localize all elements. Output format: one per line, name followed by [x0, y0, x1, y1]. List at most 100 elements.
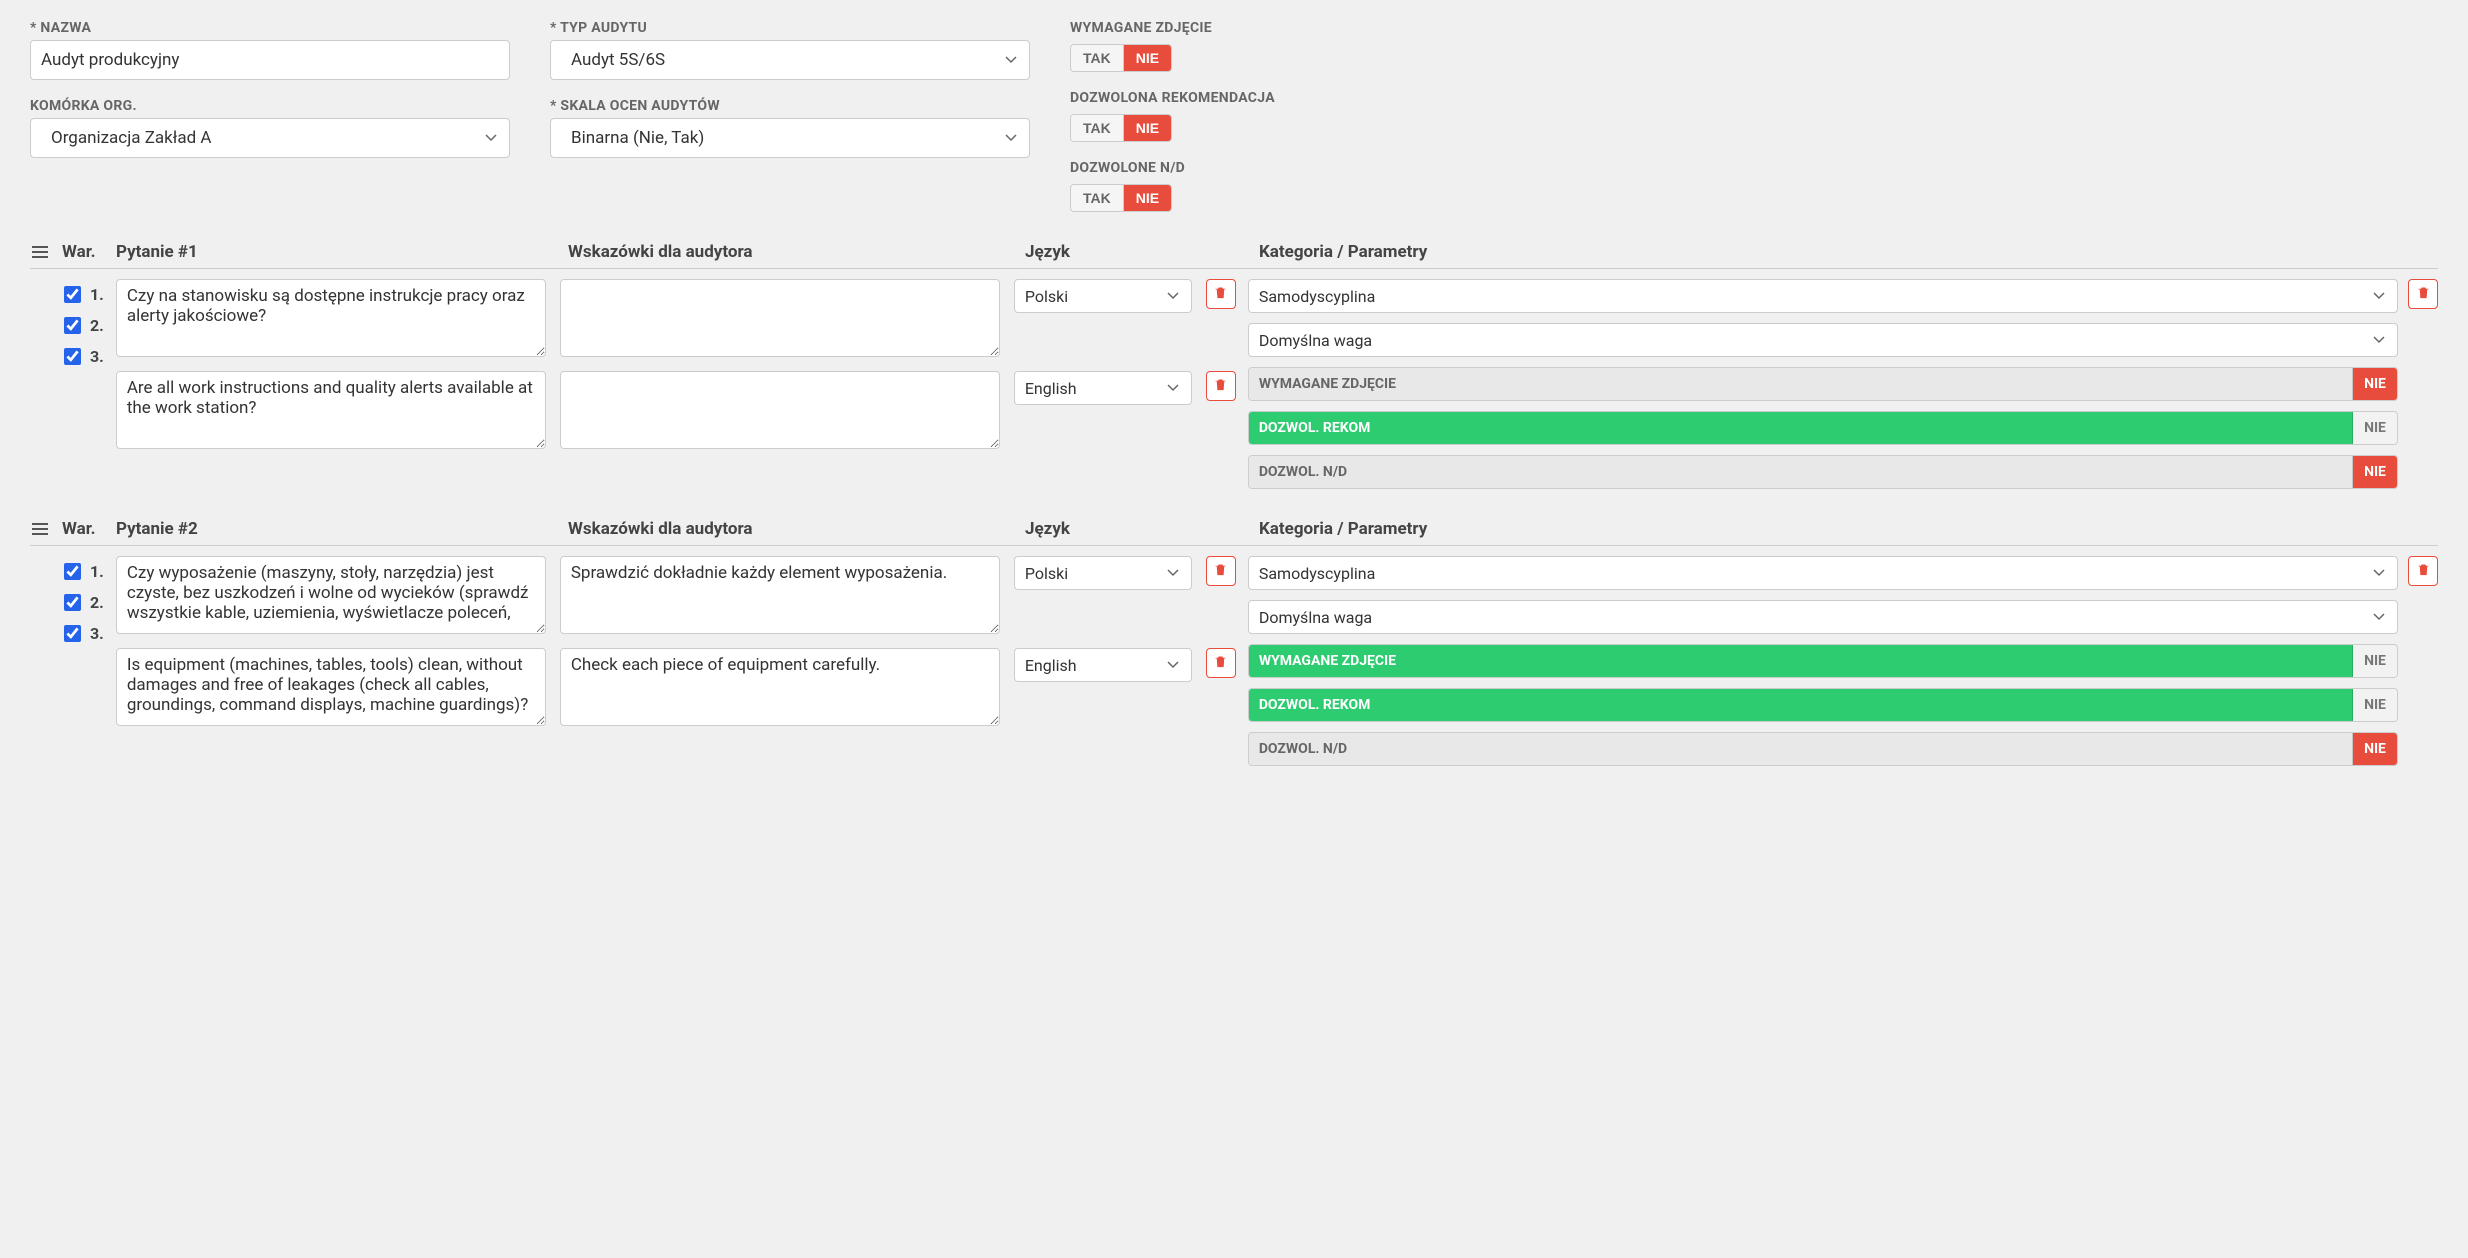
question-text-input[interactable] [116, 556, 546, 634]
language-select[interactable]: Polski [1014, 556, 1192, 590]
toggle-photo-yes[interactable]: TAK [1071, 45, 1124, 71]
variant-number: 2. [90, 593, 104, 612]
label-photo-required: WYMAGANE ZDJĘCIE [1070, 20, 2438, 36]
param-toggle-side[interactable]: NIE [2353, 689, 2397, 721]
question-body: 1. 2. 3. Polski English Samodyscyplina Domyśln… [30, 279, 2438, 489]
trash-icon [1213, 654, 1228, 672]
header-question: Pytanie #1 [116, 242, 556, 262]
header-language: Język [1025, 519, 1247, 539]
toggle-photo-required: TAK NIE [1070, 44, 1172, 72]
toggle-recom-allowed: TAK NIE [1070, 114, 1172, 142]
hint-text-input[interactable] [560, 556, 1000, 634]
param-toggle-main[interactable]: WYMAGANE ZDJĘCIE [1249, 645, 2353, 677]
param-toggle-photo: WYMAGANE ZDJĘCIENIE [1248, 367, 2398, 401]
weight-select[interactable]: Domyślna waga [1248, 600, 2398, 634]
delete-translation-button[interactable] [1206, 279, 1236, 309]
param-toggle-side[interactable]: NIE [2353, 456, 2397, 488]
delete-question-button[interactable] [2408, 279, 2438, 309]
question-text-input[interactable] [116, 279, 546, 357]
drag-handle-icon[interactable] [30, 523, 50, 535]
question-text-input[interactable] [116, 648, 546, 726]
param-toggle-main[interactable]: WYMAGANE ZDJĘCIE [1249, 368, 2353, 400]
translation-row: English [116, 648, 1236, 726]
variant-check-row[interactable]: 2. [60, 314, 104, 337]
col-toggles: WYMAGANE ZDJĘCIE TAK NIE DOZWOLONA REKOM… [1070, 20, 2438, 212]
delete-translation-button[interactable] [1206, 648, 1236, 678]
trash-icon [2416, 562, 2431, 580]
toggle-recom-yes[interactable]: TAK [1071, 115, 1124, 141]
label-name: * NAZWA [30, 20, 510, 36]
translations-column: Polski English [116, 556, 1236, 766]
variant-checkbox[interactable] [64, 563, 81, 580]
question-block: War.Pytanie #1Wskazówki dla audytoraJęzy… [30, 242, 2438, 489]
category-select[interactable]: Samodyscyplina [1248, 556, 2398, 590]
weight-select[interactable]: Domyślna waga [1248, 323, 2398, 357]
question-body: 1. 2. 3. Polski English Samodyscyplina Domyśln… [30, 556, 2438, 766]
param-toggle-recom: DOZWOL. REKOMNIE [1248, 411, 2398, 445]
audit-type-select[interactable]: Audyt 5S/6S [550, 40, 1030, 80]
category-select[interactable]: Samodyscyplina [1248, 279, 2398, 313]
toggle-photo-no[interactable]: NIE [1124, 45, 1171, 71]
hint-text-input[interactable] [560, 279, 1000, 357]
top-form: * NAZWA KOMÓRKA ORG. Organizacja Zakład … [30, 20, 2438, 212]
param-toggle-side[interactable]: NIE [2353, 412, 2397, 444]
rating-scale-select[interactable]: Binarna (Nie, Tak) [550, 118, 1030, 158]
param-toggle-side[interactable]: NIE [2353, 733, 2397, 765]
question-text-input[interactable] [116, 371, 546, 449]
drag-handle-icon[interactable] [30, 246, 50, 258]
variant-checkbox[interactable] [64, 286, 81, 303]
header-war: War. [62, 519, 104, 539]
variant-check-row[interactable]: 3. [60, 345, 104, 368]
param-toggle-side[interactable]: NIE [2353, 645, 2397, 677]
col-type-scale: * TYP AUDYTU Audyt 5S/6S * SKALA OCEN AU… [550, 20, 1030, 212]
variant-check-row[interactable]: 1. [60, 283, 104, 306]
header-question: Pytanie #2 [116, 519, 556, 539]
trash-icon [1213, 562, 1228, 580]
toggle-nd-yes[interactable]: TAK [1071, 185, 1124, 211]
name-input[interactable] [30, 40, 510, 80]
col-name-org: * NAZWA KOMÓRKA ORG. Organizacja Zakład … [30, 20, 510, 212]
variant-checks: 1. 2. 3. [30, 279, 104, 489]
param-toggle-side[interactable]: NIE [2353, 368, 2397, 400]
delete-translation-button[interactable] [1206, 556, 1236, 586]
param-toggle-photo: WYMAGANE ZDJĘCIENIE [1248, 644, 2398, 678]
param-toggle-main[interactable]: DOZWOL. N/D [1249, 733, 2353, 765]
questions-list: War. Pytanie #1 Wskazówki dla audytora Języ… [30, 242, 2438, 766]
param-toggle-main[interactable]: DOZWOL. REKOM [1249, 689, 2353, 721]
param-toggle-nd: DOZWOL. N/DNIE [1248, 455, 2398, 489]
delete-translation-button[interactable] [1206, 371, 1236, 401]
variant-checkbox[interactable] [64, 594, 81, 611]
header-category: Kategoria / Parametry [1259, 242, 2438, 262]
header-hints: Wskazówki dla audytora [568, 242, 1013, 262]
hint-text-input[interactable] [560, 371, 1000, 449]
delete-question-button[interactable] [2408, 556, 2438, 586]
variant-checkbox[interactable] [64, 317, 81, 334]
hint-text-input[interactable] [560, 648, 1000, 726]
language-select[interactable]: Polski [1014, 279, 1192, 313]
variant-checkbox[interactable] [64, 348, 81, 365]
param-toggle-main[interactable]: DOZWOL. REKOM [1249, 412, 2353, 444]
trash-icon [2416, 285, 2431, 303]
variant-number: 3. [90, 624, 104, 643]
variant-check-row[interactable]: 2. [60, 591, 104, 614]
translation-row: Polski [116, 556, 1236, 634]
translation-row: Polski [116, 279, 1236, 357]
question-header: War. Pytanie #2 Wskazówki dla audytora Języ… [30, 519, 2438, 546]
org-unit-select[interactable]: Organizacja Zakład A [30, 118, 510, 158]
param-toggle-nd: DOZWOL. N/DNIE [1248, 732, 2398, 766]
variant-number: 1. [90, 285, 104, 304]
params-column: Samodyscyplina Domyślna waga WYMAGANE ZDJĘ… [1248, 279, 2438, 489]
header-war: War. [62, 242, 104, 262]
variant-check-row[interactable]: 3. [60, 622, 104, 645]
language-select[interactable]: English [1014, 648, 1192, 682]
language-select[interactable]: English [1014, 371, 1192, 405]
variant-check-row[interactable]: 1. [60, 560, 104, 583]
toggle-recom-no[interactable]: NIE [1124, 115, 1171, 141]
label-recom-allowed: DOZWOLONA REKOMENDACJA [1070, 90, 2438, 106]
label-rating-scale: * SKALA OCEN AUDYTÓW [550, 98, 1030, 114]
toggle-nd-no[interactable]: NIE [1124, 185, 1171, 211]
param-toggle-main[interactable]: DOZWOL. N/D [1249, 456, 2353, 488]
variant-checks: 1. 2. 3. [30, 556, 104, 766]
header-hints: Wskazówki dla audytora [568, 519, 1013, 539]
variant-checkbox[interactable] [64, 625, 81, 642]
